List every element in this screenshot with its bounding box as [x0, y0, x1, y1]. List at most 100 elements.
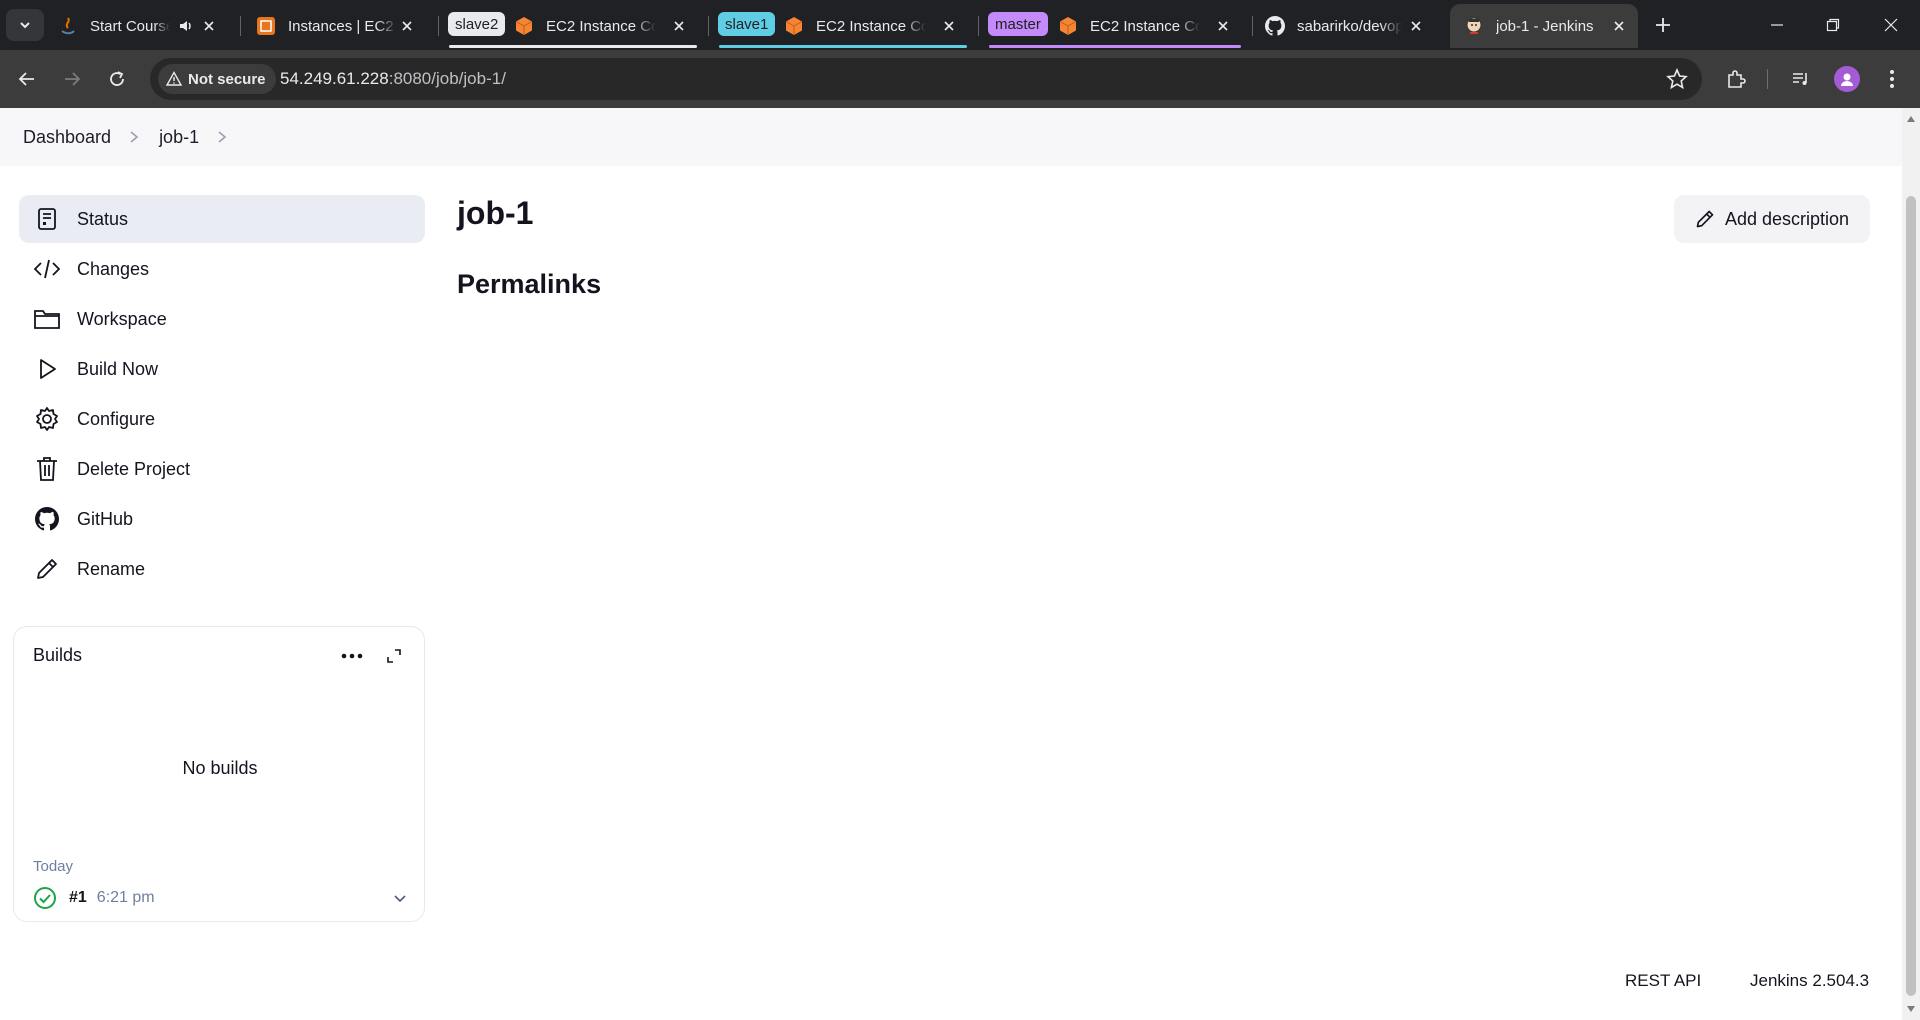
- ec2-icon: [1058, 16, 1078, 36]
- browser-tab[interactable]: EC2 Instance Co: [1058, 4, 1242, 48]
- tab-group-chip[interactable]: master: [988, 12, 1048, 36]
- code-icon: [33, 255, 61, 283]
- browser-tab-active[interactable]: job-1 - Jenkins: [1450, 4, 1638, 48]
- chevron-right-icon[interactable]: [129, 130, 139, 144]
- tab-separator: [1252, 16, 1253, 36]
- github-icon: [33, 505, 61, 533]
- add-description-button[interactable]: Add description: [1674, 195, 1870, 243]
- back-button[interactable]: [13, 65, 41, 93]
- sidebar-item-status[interactable]: Status: [19, 195, 425, 243]
- scroll-up-arrow-icon[interactable]: [1906, 114, 1916, 124]
- bookmark-button[interactable]: [1666, 68, 1688, 90]
- breadcrumb-dashboard[interactable]: Dashboard: [23, 127, 111, 148]
- aws-console-icon: [256, 16, 276, 36]
- sidebar-item-configure[interactable]: Configure: [19, 395, 425, 443]
- site-info-button[interactable]: Not secure: [158, 64, 276, 94]
- build-group-label: Today: [33, 858, 74, 875]
- scroll-down-arrow-icon[interactable]: [1906, 1004, 1916, 1014]
- pencil-icon: [1695, 209, 1725, 229]
- builds-title: Builds: [33, 645, 83, 665]
- trash-icon: [33, 455, 61, 483]
- warning-icon: [166, 71, 188, 87]
- sidebar-item-delete-project[interactable]: Delete Project: [19, 445, 425, 493]
- minimize-icon: [1770, 18, 1784, 32]
- sidebar-item-label: Status: [77, 208, 129, 229]
- url-text[interactable]: 54.249.61.228:8080/job/job-1/: [280, 69, 506, 89]
- browser-tab[interactable]: sabarirko/devop: [1265, 4, 1435, 48]
- restore-button[interactable]: [1818, 10, 1848, 40]
- browser-tab[interactable]: Start Course: [58, 4, 228, 48]
- close-icon[interactable]: [670, 17, 688, 35]
- builds-expand-button[interactable]: [384, 646, 404, 666]
- tab-title: sabarirko/devop: [1297, 17, 1402, 35]
- close-icon[interactable]: [1407, 17, 1425, 35]
- close-icon[interactable]: [1214, 17, 1232, 35]
- close-icon[interactable]: [940, 17, 958, 35]
- media-control-button[interactable]: [1787, 65, 1815, 93]
- arrow-right-icon: [63, 70, 81, 88]
- build-time: 6:21 pm: [96, 889, 155, 906]
- scrollbar-thumb[interactable]: [1906, 196, 1916, 996]
- sidebar-item-label: Configure: [77, 408, 156, 429]
- sidebar-item-label: Changes: [77, 258, 150, 279]
- tab-title: EC2 Instance Co: [816, 17, 926, 35]
- chevron-right-icon[interactable]: [217, 130, 227, 144]
- forward-button[interactable]: [58, 65, 86, 93]
- avatar-icon: [1839, 71, 1855, 87]
- tab-group-underline: [449, 45, 697, 48]
- builds-widget: Builds No builds Today #1 6:21 pm: [13, 626, 425, 922]
- browser-menu-button[interactable]: [1878, 65, 1906, 93]
- jenkins-icon: [1464, 16, 1484, 36]
- build-row[interactable]: #1 6:21 pm: [33, 883, 409, 913]
- sidebar-item-github[interactable]: GitHub: [19, 495, 425, 543]
- ec2-icon: [784, 16, 804, 36]
- breadcrumb-job[interactable]: job-1: [159, 127, 199, 148]
- sidebar-item-changes[interactable]: Changes: [19, 245, 425, 293]
- browser-tab[interactable]: EC2 Instance Co: [514, 4, 698, 48]
- speaker-icon[interactable]: [178, 18, 194, 34]
- tab-group-chip[interactable]: slave1: [718, 12, 776, 36]
- address-bar[interactable]: Not secure 54.249.61.228:8080/job/job-1/: [150, 58, 1702, 100]
- page-scrollbar[interactable]: [1902, 108, 1920, 1020]
- rest-api-link[interactable]: REST API: [1625, 971, 1701, 991]
- browser-tab[interactable]: Instances | EC2 |: [256, 4, 426, 48]
- gear-icon: [33, 405, 61, 433]
- sidebar-item-build-now[interactable]: Build Now: [19, 345, 425, 393]
- add-description-label: Add description: [1724, 208, 1850, 229]
- close-icon: [1884, 18, 1898, 32]
- tab-group-chip[interactable]: slave2: [448, 12, 506, 36]
- build-number[interactable]: #1: [69, 889, 87, 907]
- ec2-icon: [514, 16, 534, 36]
- close-icon[interactable]: [398, 17, 416, 35]
- minimize-button[interactable]: [1762, 10, 1792, 40]
- chevron-down-icon: [18, 18, 32, 32]
- close-icon[interactable]: [200, 17, 218, 35]
- tab-search-button[interactable]: [6, 9, 44, 41]
- puzzle-icon: [1726, 69, 1746, 89]
- sidebar-item-rename[interactable]: Rename: [19, 545, 425, 593]
- jenkins-version-link[interactable]: Jenkins 2.504.3: [1750, 971, 1869, 991]
- url-host: 54.249.61.228: [280, 69, 389, 88]
- play-icon: [33, 355, 61, 383]
- reload-button[interactable]: [103, 65, 131, 93]
- new-tab-button[interactable]: [1650, 12, 1676, 38]
- tab-separator: [438, 16, 439, 36]
- close-icon[interactable]: [1610, 17, 1628, 35]
- tab-title: Instances | EC2 |: [288, 17, 398, 35]
- sidebar: Status Changes Workspace Build Now Confi…: [19, 195, 425, 595]
- restore-icon: [1826, 18, 1840, 32]
- sidebar-item-label: Build Now: [77, 358, 159, 379]
- close-window-button[interactable]: [1876, 10, 1906, 40]
- chevron-down-icon[interactable]: [391, 889, 409, 907]
- tab-title: Start Course: [90, 17, 170, 35]
- sidebar-item-label: Rename: [77, 558, 146, 579]
- browser-tab[interactable]: EC2 Instance Co: [784, 4, 968, 48]
- tab-title: EC2 Instance Co: [1090, 17, 1200, 35]
- extensions-button[interactable]: [1722, 65, 1750, 93]
- builds-more-button[interactable]: [339, 646, 365, 666]
- plus-icon: [1655, 17, 1671, 33]
- profile-avatar[interactable]: [1834, 66, 1860, 92]
- github-icon: [1265, 16, 1285, 36]
- sidebar-item-workspace[interactable]: Workspace: [19, 295, 425, 343]
- more-horizontal-icon: [341, 653, 363, 659]
